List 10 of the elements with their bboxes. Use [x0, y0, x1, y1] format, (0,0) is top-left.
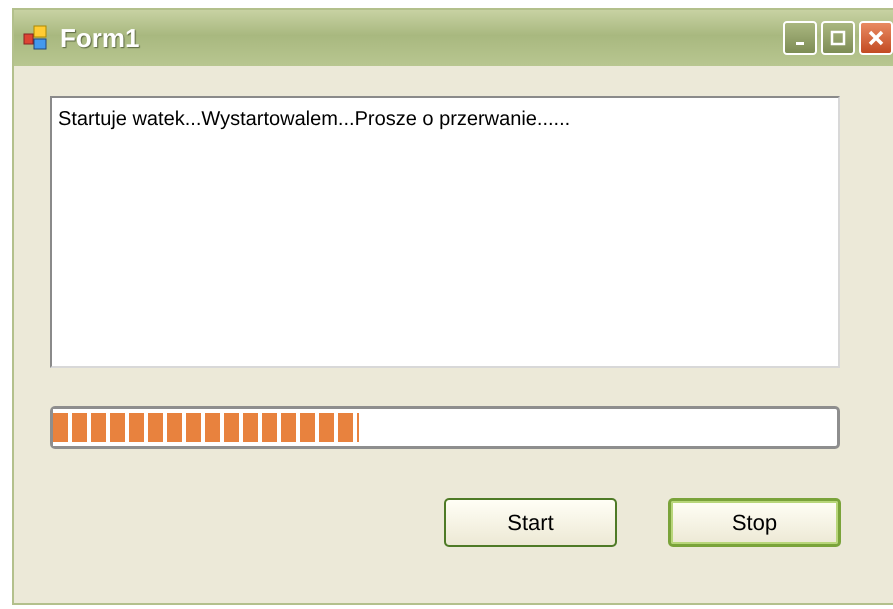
stop-button[interactable]: Stop [668, 498, 841, 547]
log-textbox[interactable]: Startuje watek...Wystartowalem...Prosze o przerwanie...... [50, 96, 840, 368]
close-button[interactable] [859, 21, 893, 55]
maximize-icon [830, 30, 846, 46]
maximize-button[interactable] [821, 21, 855, 55]
close-icon [868, 30, 884, 46]
minimize-button[interactable] [783, 21, 817, 55]
start-button[interactable]: Start [444, 498, 617, 547]
minimize-icon [796, 42, 804, 44]
window-title: Form1 [60, 22, 140, 54]
